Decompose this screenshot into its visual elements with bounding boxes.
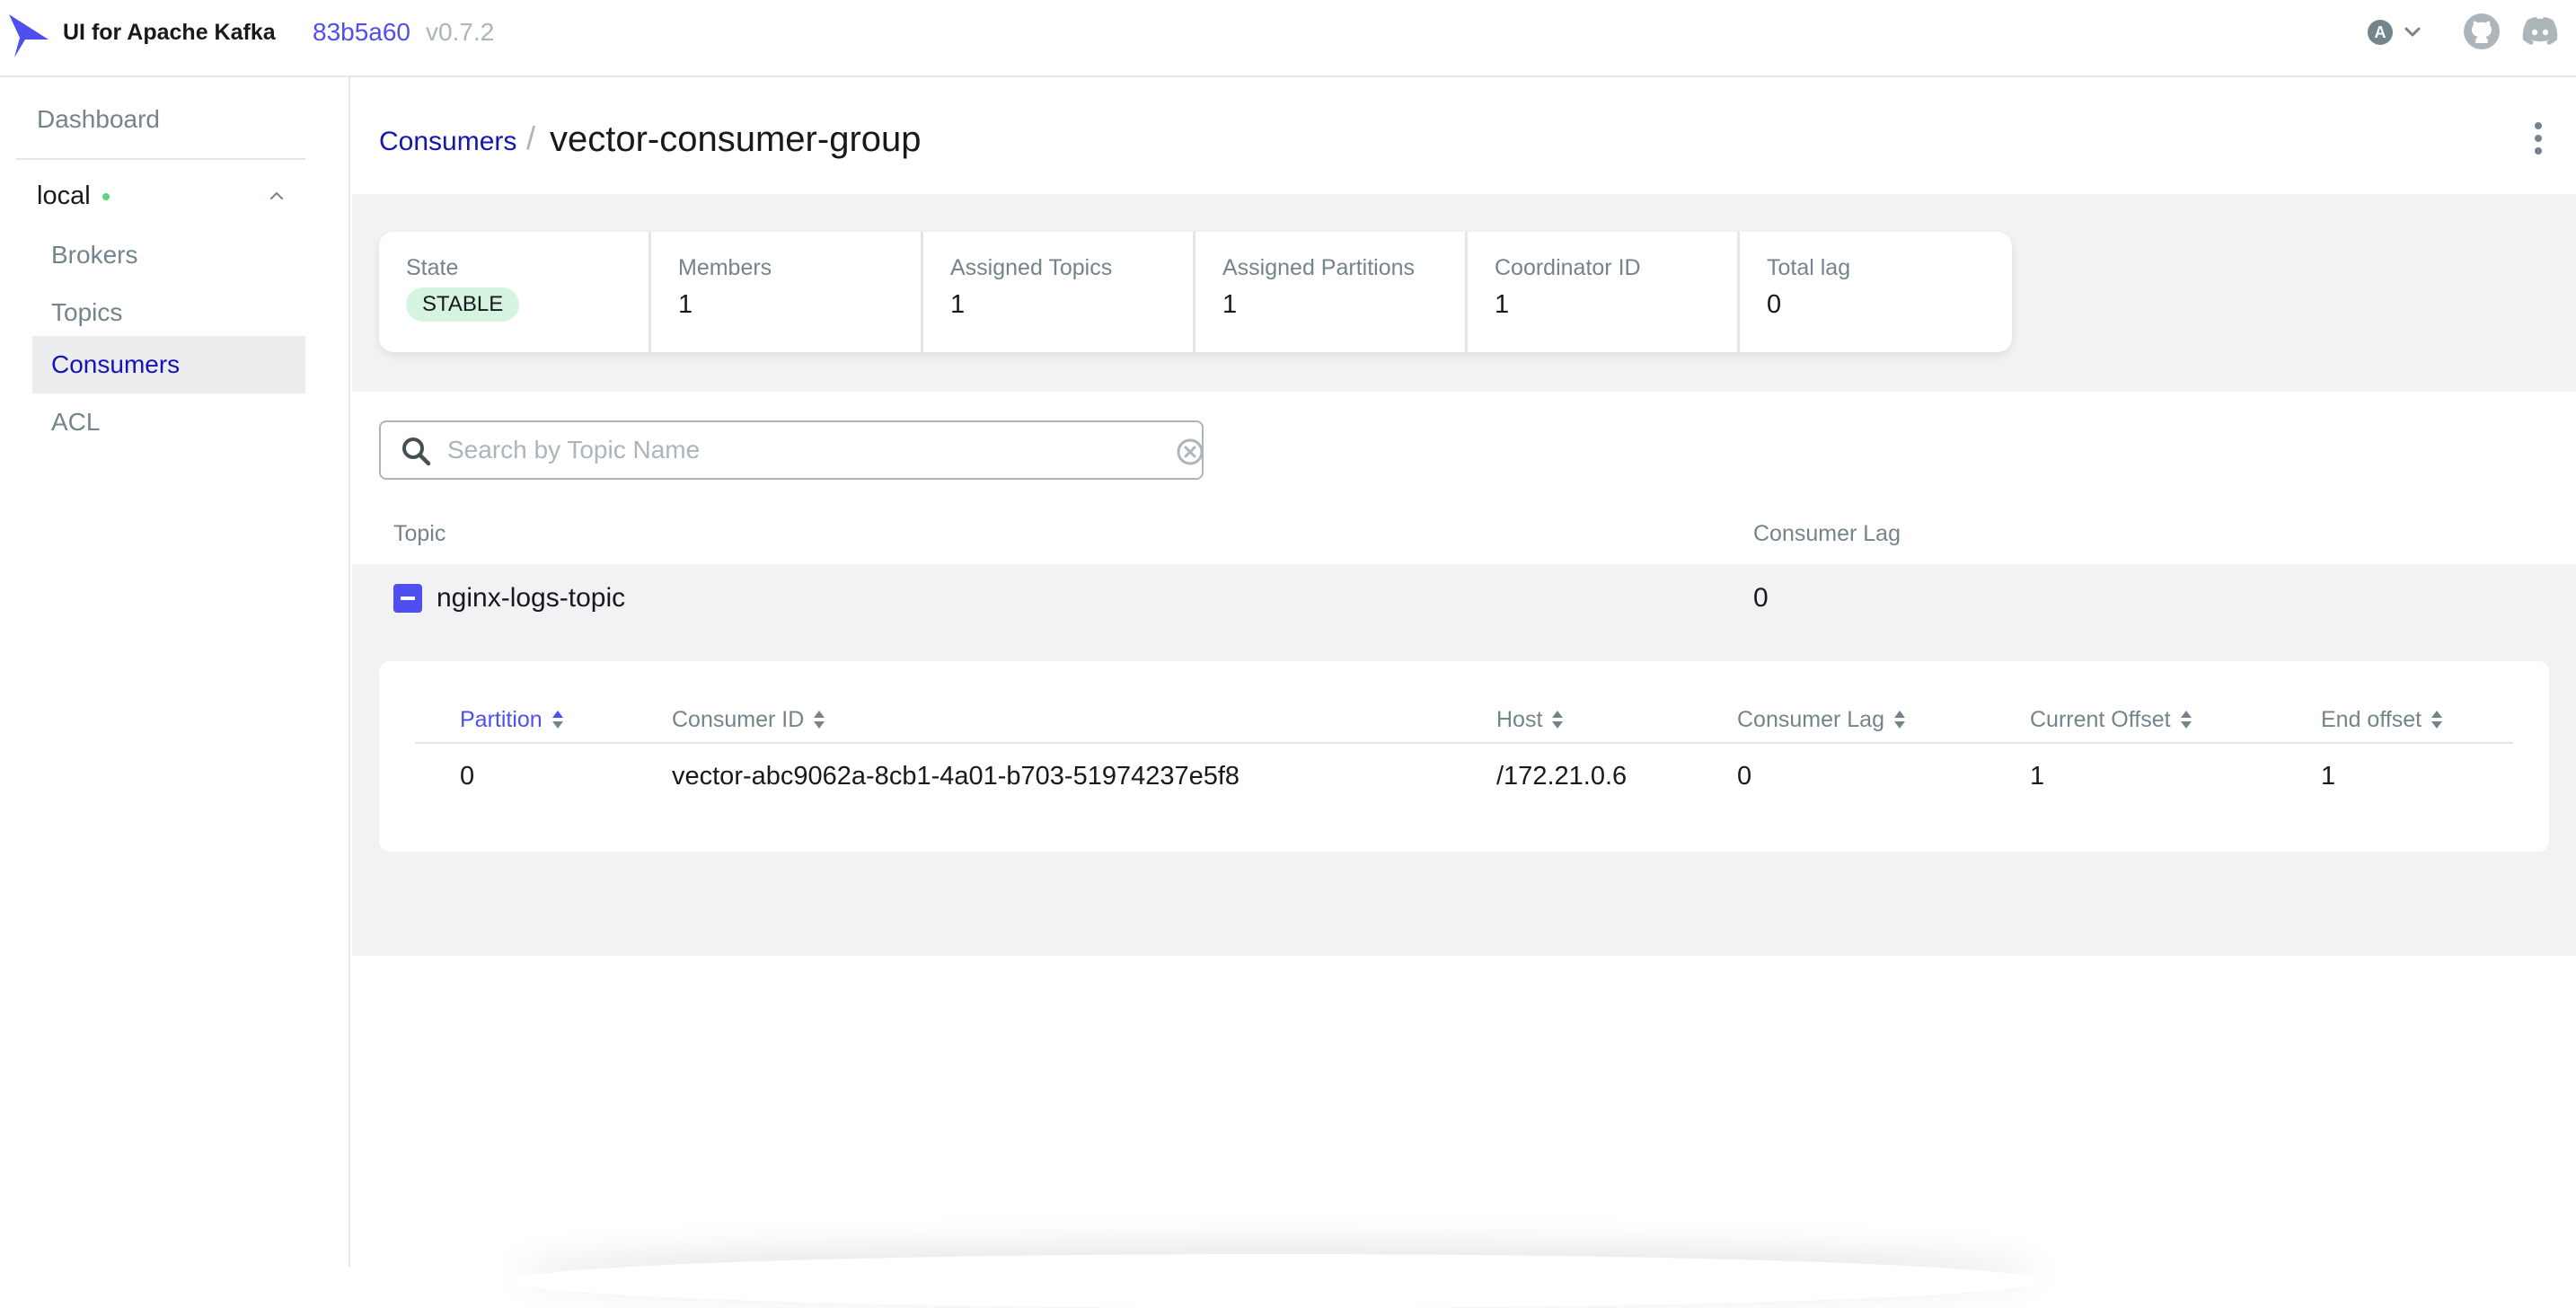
clear-search-icon[interactable] — [1177, 438, 1204, 465]
sidebar-cluster-toggle[interactable]: local — [16, 169, 305, 223]
metric-assigned-partitions-label: Assigned Partitions — [1222, 255, 1416, 280]
column-header-end-offset-label: End offset — [2321, 707, 2422, 732]
column-header-end-offset[interactable]: End offset — [2321, 704, 2443, 735]
cell-host: /172.21.0.6 — [1496, 762, 1628, 791]
topic-consumer-lag: 0 — [1753, 583, 1769, 613]
sort-icon — [1552, 711, 1564, 729]
metric-state-label: State — [406, 255, 459, 280]
sort-icon — [814, 711, 825, 729]
discord-icon[interactable] — [2520, 13, 2560, 50]
collapse-row-button[interactable] — [393, 584, 422, 613]
column-header-current-offset-label: Current Offset — [2030, 707, 2171, 732]
cluster-name: local — [37, 181, 91, 210]
more-options-icon[interactable] — [2522, 117, 2554, 160]
metric-total-lag-value: 0 — [1767, 290, 1782, 319]
metric-assigned-topics: Assigned Topics 1 — [923, 232, 1195, 352]
search-input[interactable] — [446, 429, 1128, 471]
user-avatar: A — [2368, 20, 2393, 45]
metric-assigned-partitions: Assigned Partitions 1 — [1195, 232, 1468, 352]
sidebar-item-consumers[interactable]: Consumers — [32, 336, 305, 393]
cell-consumer-id: vector-abc9062a-8cb1-4a01-b703-51974237e… — [672, 762, 1240, 791]
sidebar-item-acl[interactable]: ACL — [32, 393, 305, 451]
column-header-consumer-id-label: Consumer ID — [672, 707, 805, 732]
metric-members: Members 1 — [651, 232, 923, 352]
breadcrumb-separator: / — [526, 119, 536, 156]
column-header-partition-consumer-lag[interactable]: Consumer Lag — [1737, 704, 1906, 735]
column-header-consumer-id[interactable]: Consumer ID — [672, 704, 825, 735]
chevron-down-icon — [2404, 27, 2421, 37]
cluster-status-indicator — [102, 193, 110, 200]
page-header: Consumers / vector-consumer-group — [352, 77, 2576, 194]
column-header-consumer-lag: Consumer Lag — [1753, 521, 1901, 546]
metrics-card: State STABLE Members 1 Assigned Topics 1… — [379, 232, 2012, 352]
github-icon[interactable] — [2463, 13, 2501, 50]
table-row: nginx-logs-topic 0 Partition Consumer ID… — [352, 564, 2576, 956]
page-title: vector-consumer-group — [550, 119, 922, 159]
app-title[interactable]: UI for Apache Kafka — [63, 18, 276, 47]
bottom-fade-shadow — [514, 1254, 2041, 1308]
column-header-partition-consumer-lag-label: Consumer Lag — [1737, 707, 1884, 732]
sort-icon — [2431, 711, 2443, 729]
sidebar-divider — [16, 158, 305, 160]
column-header-partition-label: Partition — [460, 707, 543, 732]
metrics-section: State STABLE Members 1 Assigned Topics 1… — [352, 194, 2576, 392]
metric-state: State STABLE — [379, 232, 651, 352]
cell-end-offset: 1 — [2321, 762, 2336, 791]
user-menu-button[interactable]: A — [2368, 16, 2432, 49]
metric-coordinator-id-label: Coordinator ID — [1495, 255, 1641, 280]
metric-assigned-topics-value: 1 — [950, 290, 966, 319]
version-tag: v0.7.2 — [426, 18, 495, 46]
column-header-host-label: Host — [1496, 707, 1543, 732]
breadcrumb-consumers-link[interactable]: Consumers — [379, 124, 516, 160]
sidebar-item-dashboard[interactable]: Dashboard — [16, 97, 305, 142]
metric-total-lag: Total lag 0 — [1740, 232, 2012, 352]
state-badge: STABLE — [406, 287, 520, 322]
metric-coordinator-id-value: 1 — [1495, 290, 1510, 319]
chevron-up-icon[interactable] — [266, 185, 287, 207]
metric-assigned-partitions-value: 1 — [1222, 290, 1238, 319]
sort-icon — [2180, 711, 2192, 729]
cell-consumer-lag: 0 — [1737, 762, 1752, 791]
topic-search-box — [379, 420, 1204, 480]
partition-row: 0 vector-abc9062a-8cb1-4a01-b703-5197423… — [415, 758, 2513, 803]
top-navbar: UI for Apache Kafka 83b5a60 v0.7.2 A — [0, 0, 2576, 77]
topic-name: nginx-logs-topic — [437, 583, 626, 613]
metric-coordinator-id: Coordinator ID 1 — [1468, 232, 1740, 352]
sidebar: Dashboard local Brokers Topics Consumers… — [0, 77, 350, 1267]
partitions-table: Partition Consumer ID Host Consumer Lag … — [379, 661, 2549, 852]
search-icon — [402, 437, 431, 466]
topics-table-header: Topic Consumer Lag — [352, 516, 2576, 552]
metric-members-label: Members — [678, 255, 772, 280]
cell-current-offset: 1 — [2030, 762, 2045, 791]
sort-icon — [551, 711, 563, 729]
column-header-partition[interactable]: Partition — [460, 704, 564, 735]
version-commit-link[interactable]: 83b5a60 — [313, 16, 410, 49]
sidebar-item-brokers[interactable]: Brokers — [32, 226, 305, 284]
sidebar-item-topics[interactable]: Topics — [32, 284, 305, 341]
column-header-topic: Topic — [393, 521, 446, 546]
sort-icon — [1893, 711, 1905, 729]
cell-partition: 0 — [460, 762, 475, 791]
main-content: Consumers / vector-consumer-group State … — [352, 77, 2576, 1267]
partitions-table-header: Partition Consumer ID Host Consumer Lag … — [415, 699, 2513, 744]
column-header-host[interactable]: Host — [1496, 704, 1564, 735]
column-header-current-offset[interactable]: Current Offset — [2030, 704, 2192, 735]
metric-assigned-topics-label: Assigned Topics — [950, 255, 1113, 280]
kafka-ui-logo-icon[interactable] — [7, 13, 50, 59]
metric-members-value: 1 — [678, 290, 693, 319]
metric-total-lag-label: Total lag — [1767, 255, 1851, 280]
